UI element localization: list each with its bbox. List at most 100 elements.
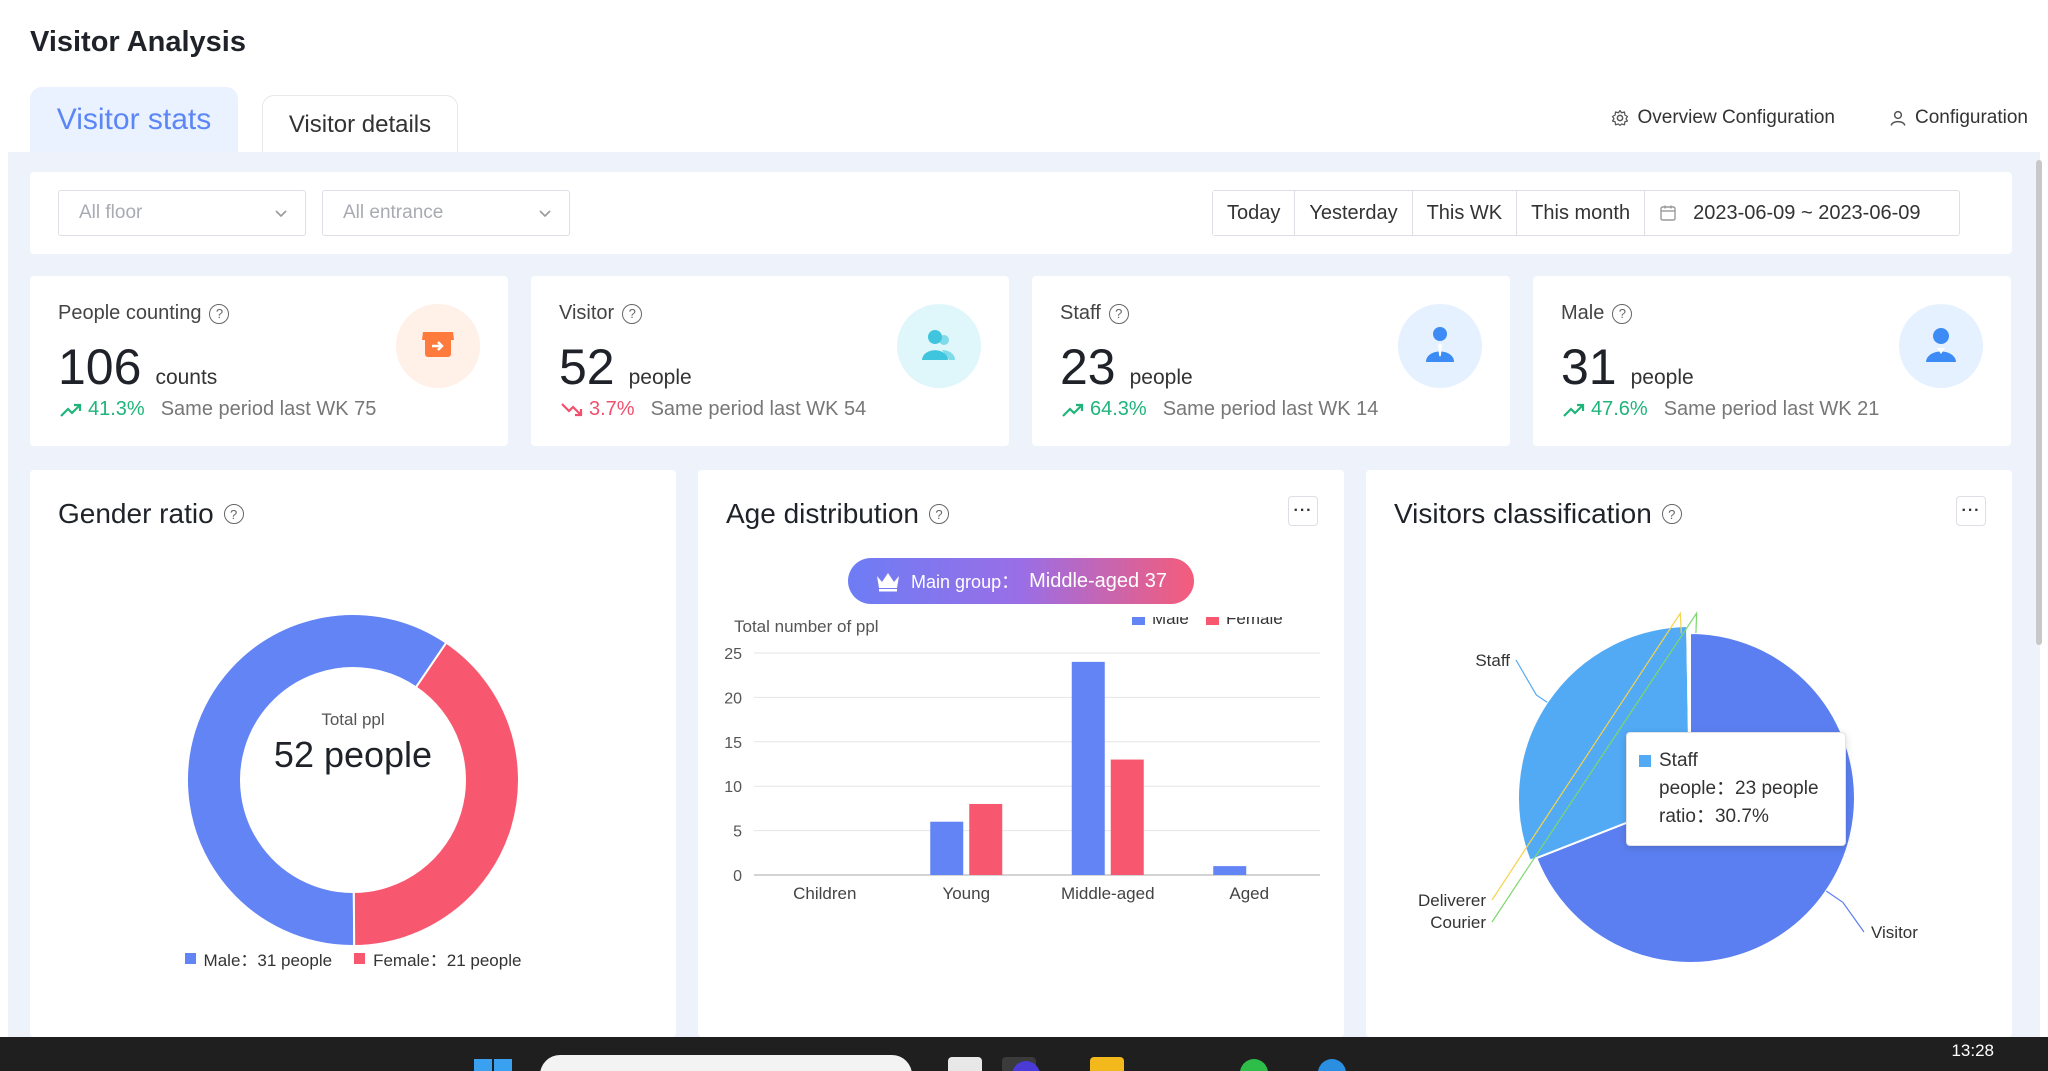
y-tick-label: 10 <box>724 779 742 796</box>
bar-male-middle-aged[interactable] <box>1071 661 1105 875</box>
tooltip-name: Staff <box>1659 750 1698 771</box>
help-icon[interactable]: ? <box>1661 504 1682 524</box>
stat-compare: Same period last WK 54 <box>650 398 867 420</box>
help-icon[interactable]: ? <box>929 504 950 524</box>
pie-label-courier: Courier <box>1430 913 1486 932</box>
configuration-link[interactable]: Configuration <box>1889 107 2028 129</box>
taskbar-clock: 13:28 <box>1951 1041 1994 1060</box>
stat-label-text: Visitor <box>559 302 615 324</box>
overview-configuration-label: Overview Configuration <box>1637 107 1835 128</box>
help-icon[interactable]: ? <box>1108 303 1129 324</box>
today-button[interactable]: Today <box>1213 191 1296 235</box>
date-range-value: 2023-06-09 ~ 2023-06-09 <box>1693 201 1921 224</box>
stat-value: 31 people <box>1561 338 1694 396</box>
user-icon <box>1890 110 1906 126</box>
y-tick-label: 20 <box>724 690 742 707</box>
tab-visitor-details[interactable]: Visitor details <box>262 95 458 153</box>
age-distribution-title-text: Age distribution <box>726 498 920 529</box>
tooltip-people: people：23 people <box>1659 778 1819 799</box>
trend-down-icon <box>561 402 583 416</box>
stat-label: Male? <box>1561 302 1633 325</box>
leader-line-staff <box>1515 659 1548 703</box>
help-icon[interactable]: ? <box>209 303 230 324</box>
taskbar-search[interactable] <box>540 1055 912 1071</box>
gender-ratio-title-text: Gender ratio <box>58 498 214 529</box>
main-group-label: Main group： <box>911 572 1020 592</box>
date-range-picker[interactable]: 2023-06-09 ~ 2023-06-09 <box>1645 191 1958 235</box>
stat-trend: 41.3% Same period last WK 75 <box>60 398 376 421</box>
stat-trend: 64.3% Same period last WK 14 <box>1062 398 1378 421</box>
visitor-icon <box>897 304 981 388</box>
pie-label-visitor: Visitor <box>1871 923 1918 942</box>
taskbar-app2-icon[interactable] <box>1318 1059 1346 1071</box>
stat-change-percent: 47.6% <box>1591 398 1648 420</box>
stat-value: 23 people <box>1060 338 1193 396</box>
more-options-button[interactable]: ··· <box>1956 496 1986 526</box>
bar-male-aged[interactable] <box>1213 866 1247 875</box>
windows-start-icon[interactable] <box>474 1059 512 1071</box>
chevron-down-icon <box>539 210 551 218</box>
entrance-select[interactable]: All entrance <box>322 190 570 236</box>
gender-ratio-panel: Gender ratio ? Total ppl 52 people Male：… <box>30 470 676 1037</box>
chevron-down-icon <box>275 210 287 218</box>
staff-icon <box>1398 304 1482 388</box>
stat-label-text: Male <box>1561 302 1605 324</box>
taskbar-browser-icon[interactable] <box>1002 1057 1040 1071</box>
gender-donut-chart <box>186 613 520 948</box>
x-tick-label: Young <box>942 884 990 903</box>
legend-label-male[interactable]: Male <box>1152 617 1189 628</box>
gear-icon <box>1612 109 1629 127</box>
help-icon[interactable]: ? <box>1612 303 1633 324</box>
floor-select-value: All floor <box>79 202 143 223</box>
legend-swatch-male <box>1132 617 1145 625</box>
folder-icon[interactable] <box>1090 1057 1124 1071</box>
stat-number: 52 <box>559 339 615 395</box>
donut-slice-female[interactable] <box>352 641 520 948</box>
trend-up-icon <box>1062 403 1084 417</box>
legend-swatch-female <box>354 953 366 964</box>
taskbar-app-icon[interactable] <box>948 1057 982 1071</box>
y-tick-label: 0 <box>733 868 742 885</box>
legend-male[interactable]: Male：31 people <box>184 946 332 971</box>
yesterday-button[interactable]: Yesterday <box>1295 191 1413 235</box>
stat-unit: counts <box>155 366 218 389</box>
pie-label-deliverer: Deliverer <box>1418 891 1486 910</box>
trend-up-icon <box>1563 403 1585 417</box>
y-tick-label: 15 <box>724 735 742 752</box>
overview-configuration-link[interactable]: Overview Configuration <box>1611 107 1835 129</box>
help-icon[interactable]: ? <box>223 504 244 524</box>
stat-number: 106 <box>58 339 142 395</box>
bar-female-young[interactable] <box>969 803 1003 875</box>
stat-label: People counting? <box>58 302 230 325</box>
taskbar: 13:28 <box>0 1037 2048 1071</box>
age-distribution-panel: Age distribution ? ··· Main group： Middl… <box>698 470 1344 1037</box>
page: Visitor Analysis Visitor stats Visitor d… <box>0 0 2048 1071</box>
legend-swatch-female <box>1206 617 1219 625</box>
stat-value: 106 counts <box>58 338 217 396</box>
floor-select[interactable]: All floor <box>58 190 306 236</box>
this-week-button[interactable]: This WK <box>1412 191 1518 235</box>
taskbar-chat-icon[interactable] <box>1240 1059 1268 1071</box>
tab-visitor-stats[interactable]: Visitor stats <box>30 87 238 153</box>
gender-ratio-title: Gender ratio ? <box>58 498 244 530</box>
visitors-classification-title: Visitors classification ? <box>1394 498 1682 530</box>
tooltip: Staff people：23 people ratio：30.7% <box>1626 732 1846 846</box>
scrollbar[interactable] <box>2036 160 2042 645</box>
legend-female[interactable]: Female：21 people <box>354 946 521 971</box>
stat-compare: Same period last WK 21 <box>1663 398 1880 420</box>
calendar-icon <box>1660 205 1676 221</box>
bar-male-young[interactable] <box>930 821 964 875</box>
this-month-button[interactable]: This month <box>1517 191 1646 235</box>
tooltip-swatch <box>1639 755 1651 767</box>
age-bar-chart: Total number of ppl Male Female 0 5 10 15 20 25 C… <box>724 617 1320 903</box>
stat-compare: Same period last WK 75 <box>160 398 377 420</box>
y-axis-label: Total number of ppl <box>734 617 879 636</box>
legend-label-female[interactable]: Female <box>1226 617 1283 628</box>
help-icon[interactable]: ? <box>622 303 643 324</box>
filter-bar: All floor All entrance Today Yesterday T… <box>30 172 2012 254</box>
stat-card-male: Male? 31 people 47.6% Same period last WK 21 <box>1533 276 2011 446</box>
bar-female-middle-aged[interactable] <box>1110 759 1144 875</box>
male-icon <box>1899 304 1983 388</box>
stat-number: 31 <box>1561 339 1617 395</box>
more-options-button[interactable]: ··· <box>1288 496 1318 526</box>
